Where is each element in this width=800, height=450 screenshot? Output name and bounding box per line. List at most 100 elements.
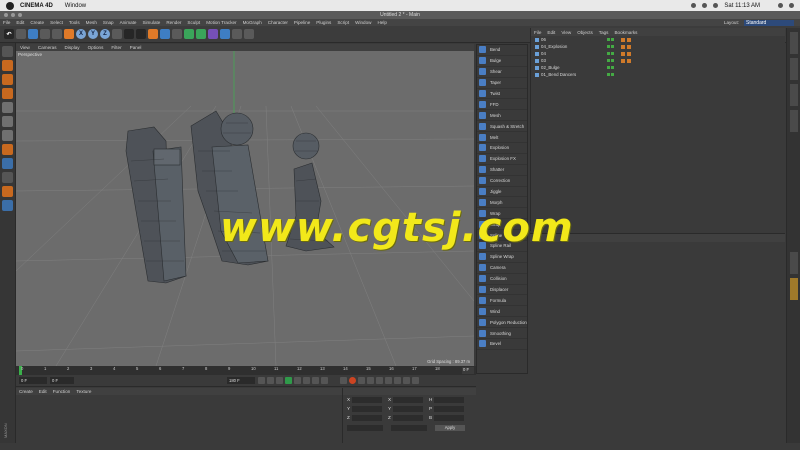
visibility-flags[interactable] bbox=[607, 38, 614, 41]
tab-takes[interactable] bbox=[790, 58, 798, 80]
size-y-field[interactable] bbox=[393, 405, 423, 412]
tab-content-browser[interactable] bbox=[790, 84, 798, 106]
pen-icon[interactable] bbox=[172, 29, 182, 39]
menu-simulate[interactable]: Simulate bbox=[142, 20, 160, 25]
deformer-item[interactable]: Shatter bbox=[477, 165, 527, 176]
volume-icon[interactable] bbox=[713, 3, 719, 8]
position-key-icon[interactable] bbox=[367, 377, 374, 384]
floor-icon[interactable] bbox=[220, 29, 230, 39]
coordinate-system-icon[interactable] bbox=[112, 29, 122, 39]
menu-create[interactable]: Create bbox=[30, 20, 44, 25]
object-tags[interactable] bbox=[621, 58, 631, 63]
parameter-key-icon[interactable] bbox=[394, 377, 401, 384]
om-menu-file[interactable]: File bbox=[534, 30, 541, 35]
position-x-field[interactable] bbox=[352, 396, 382, 403]
deformer-item[interactable]: Squash & Stretch bbox=[477, 121, 527, 133]
menu-window[interactable]: Window bbox=[355, 20, 371, 25]
deformer-item[interactable]: Explosion bbox=[477, 143, 527, 154]
previous-frame-icon[interactable] bbox=[276, 377, 283, 384]
deformer-item[interactable]: Displacer bbox=[477, 285, 527, 296]
wifi-icon[interactable] bbox=[691, 3, 697, 8]
object-tags[interactable] bbox=[621, 37, 631, 42]
object-row[interactable]: 04_Explosion bbox=[531, 43, 785, 50]
viewport-menu-cameras[interactable]: Cameras bbox=[38, 45, 57, 50]
next-frame-icon[interactable] bbox=[294, 377, 301, 384]
deformer-item[interactable]: Taper bbox=[477, 78, 527, 89]
viewport-menu-options[interactable]: Options bbox=[88, 45, 104, 50]
mac-menu-window[interactable]: Window bbox=[65, 3, 86, 9]
deformer-item[interactable]: Collision bbox=[477, 274, 527, 285]
search-icon[interactable] bbox=[778, 3, 783, 8]
layout-dropdown[interactable]: Standard bbox=[744, 19, 794, 26]
deformer-icon[interactable] bbox=[208, 29, 218, 39]
om-menu-tags[interactable]: Tags bbox=[599, 30, 609, 35]
object-row[interactable]: 03 bbox=[531, 57, 785, 64]
position-z-field[interactable] bbox=[352, 414, 382, 421]
menu-help[interactable]: Help bbox=[377, 20, 386, 25]
visibility-flags[interactable] bbox=[607, 52, 614, 55]
apple-icon[interactable] bbox=[6, 1, 14, 10]
object-row[interactable]: 04 bbox=[531, 50, 785, 57]
deformer-item[interactable]: Correction bbox=[477, 176, 527, 187]
loop-icon[interactable] bbox=[321, 377, 328, 384]
deformer-item[interactable]: Mesh bbox=[477, 110, 527, 122]
object-row[interactable]: 06 bbox=[531, 36, 785, 43]
mat-menu-function[interactable]: Function bbox=[53, 389, 71, 394]
om-menu-view[interactable]: View bbox=[561, 30, 571, 35]
go-to-start-icon[interactable] bbox=[258, 377, 265, 384]
app-name[interactable]: CINEMA 4D bbox=[20, 3, 53, 9]
menu-select[interactable]: Select bbox=[50, 20, 63, 25]
deformer-item[interactable]: Twist bbox=[477, 89, 527, 100]
timeline-window-icon[interactable] bbox=[412, 377, 419, 384]
menu-animate[interactable]: Animate bbox=[120, 20, 137, 25]
visibility-flags[interactable] bbox=[607, 73, 614, 76]
rotation-b-field[interactable] bbox=[434, 414, 464, 421]
move-icon[interactable] bbox=[28, 29, 38, 39]
edges-mode-icon[interactable] bbox=[2, 116, 13, 127]
point-level-animation-icon[interactable] bbox=[403, 377, 410, 384]
camera-icon[interactable] bbox=[232, 29, 242, 39]
size-z-field[interactable] bbox=[393, 414, 423, 421]
workplane-icon[interactable] bbox=[2, 88, 13, 99]
cloner-icon[interactable] bbox=[196, 29, 206, 39]
deformer-item[interactable]: Explosion FX bbox=[477, 154, 527, 165]
coordinate-space-dropdown[interactable] bbox=[347, 425, 383, 431]
menu-list-icon[interactable] bbox=[789, 3, 794, 8]
render-settings-icon[interactable] bbox=[148, 29, 158, 39]
deformer-item[interactable]: Bulge bbox=[477, 56, 527, 67]
menu-mograph[interactable]: MoGraph bbox=[243, 20, 262, 25]
viewport-menu-display[interactable]: Display bbox=[65, 45, 80, 50]
x-axis-button[interactable]: X bbox=[76, 29, 86, 39]
battery-icon[interactable] bbox=[702, 3, 708, 8]
tab-attributes[interactable] bbox=[790, 252, 798, 274]
make-editable-icon[interactable] bbox=[2, 46, 13, 57]
rotate-icon[interactable] bbox=[52, 29, 62, 39]
om-menu-edit[interactable]: Edit bbox=[547, 30, 555, 35]
size-mode-dropdown[interactable] bbox=[391, 425, 427, 431]
timeline-ruler[interactable]: 0 1 2 3 4 5 6 7 8 9 10 11 12 13 14 15 16… bbox=[16, 366, 476, 375]
visibility-flags[interactable] bbox=[607, 59, 614, 62]
texture-mode-icon[interactable] bbox=[2, 74, 13, 85]
light-icon[interactable] bbox=[244, 29, 254, 39]
deformer-item[interactable]: Wind bbox=[477, 306, 527, 318]
mat-menu-create[interactable]: Create bbox=[19, 389, 33, 394]
cube-icon[interactable] bbox=[160, 29, 170, 39]
tab-objects[interactable] bbox=[790, 32, 798, 54]
deformer-item[interactable]: Polygon Reduction bbox=[477, 317, 527, 329]
z-axis-button[interactable]: Z bbox=[100, 29, 110, 39]
axis-mode-icon[interactable] bbox=[2, 144, 13, 155]
live-selection-icon[interactable] bbox=[16, 29, 26, 39]
scale-key-icon[interactable] bbox=[376, 377, 383, 384]
menu-pipeline[interactable]: Pipeline bbox=[294, 20, 310, 25]
tab-structure[interactable] bbox=[790, 110, 798, 132]
viewport-menu-view[interactable]: View bbox=[20, 45, 30, 50]
model-mode-icon[interactable] bbox=[2, 60, 13, 71]
polygons-mode-icon[interactable] bbox=[2, 130, 13, 141]
position-y-field[interactable] bbox=[352, 405, 382, 412]
end-frame-field[interactable]: 180 F bbox=[227, 377, 255, 384]
deformer-item[interactable]: Camera bbox=[477, 263, 527, 274]
deformer-item[interactable]: Smoothing bbox=[477, 328, 527, 340]
menu-mesh[interactable]: Mesh bbox=[86, 20, 97, 25]
next-key-icon[interactable] bbox=[303, 377, 310, 384]
deformer-item[interactable]: Melt bbox=[477, 132, 527, 144]
